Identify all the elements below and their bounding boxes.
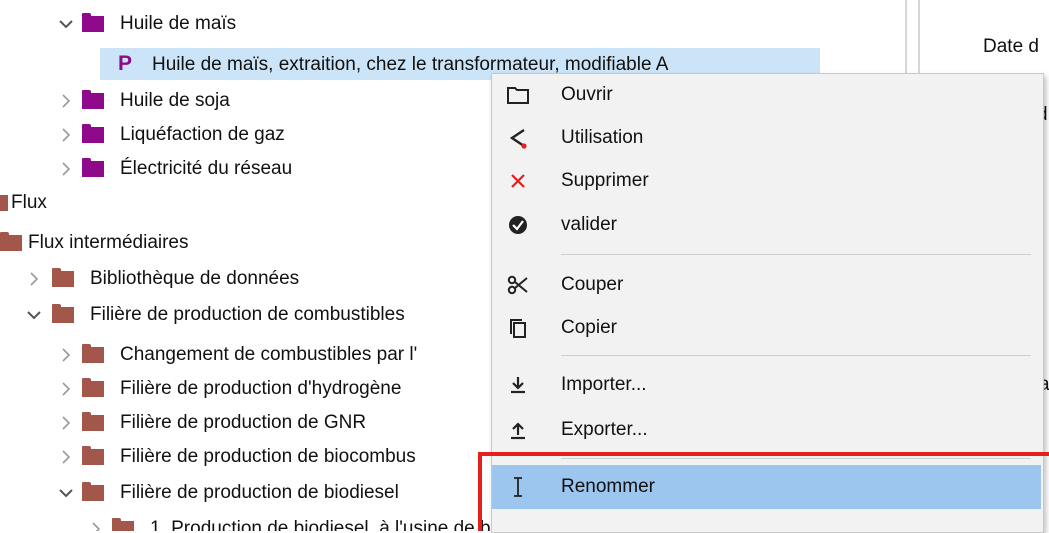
- chevron-down-icon[interactable]: [24, 298, 44, 332]
- chevron-right-icon[interactable]: [86, 512, 106, 531]
- menu-item-label: valider: [561, 214, 617, 235]
- tree-item-label: Huile de maïs: [120, 13, 237, 34]
- menu-item-label: Exporter...: [561, 419, 648, 440]
- chevron-down-icon[interactable]: [56, 7, 76, 41]
- chevron-right-icon[interactable]: [56, 372, 76, 406]
- chevron-right-icon[interactable]: [56, 338, 76, 372]
- folder-icon: [112, 518, 134, 531]
- tree-item-label: Électricité du réseau: [120, 158, 293, 179]
- menu-item-exporter[interactable]: Exporter...: [492, 409, 1041, 451]
- share-icon: [506, 126, 530, 150]
- folder-icon: [82, 482, 104, 501]
- folder-icon: [82, 344, 104, 363]
- menu-item-supprimer[interactable]: Supprimer: [492, 160, 1041, 202]
- tree-item-huile-de-mais[interactable]: Huile de maïs: [0, 7, 905, 41]
- menu-item-label: Couper: [561, 274, 624, 295]
- tree-item-label: Huile de soja: [120, 90, 230, 111]
- menu-separator: [561, 254, 1031, 255]
- tree-item-label: Filière de production de combustibles: [90, 304, 405, 325]
- folder-icon: [82, 412, 104, 431]
- menu-item-importer[interactable]: Importer...: [492, 364, 1041, 406]
- folder-icon: [82, 90, 104, 109]
- folder-icon: [82, 158, 104, 177]
- copy-icon: [506, 316, 530, 340]
- tree-item-label: Flux intermédiaires: [28, 232, 189, 253]
- menu-item-label: Supprimer: [561, 170, 649, 191]
- chevron-right-icon[interactable]: [56, 84, 76, 118]
- menu-item-couper[interactable]: Couper: [492, 264, 1041, 306]
- chevron-right-icon[interactable]: [56, 152, 76, 186]
- tree-item-label: Filière de production de GNR: [120, 412, 367, 433]
- folder-icon: [82, 446, 104, 465]
- import-icon: [506, 373, 530, 397]
- menu-item-label: Utilisation: [561, 127, 644, 148]
- chevron-right-icon[interactable]: [56, 406, 76, 440]
- tree-item-label: Filière de production de biocombus: [120, 446, 416, 467]
- folder-icon: [52, 304, 74, 323]
- menu-item-copier[interactable]: Copier: [492, 307, 1041, 349]
- export-icon: [506, 418, 530, 442]
- menu-item-utilisation[interactable]: Utilisation: [492, 117, 1041, 159]
- tree-item-label: Filière de production d'hydrogène: [120, 378, 402, 399]
- menu-item-label: Importer...: [561, 374, 647, 395]
- menu-item-label: Copier: [561, 317, 617, 338]
- menu-item-ouvrir[interactable]: Ouvrir: [492, 74, 1041, 116]
- check-circle-icon: [506, 213, 530, 237]
- chevron-down-icon[interactable]: [56, 476, 76, 510]
- date-label: Date d: [983, 36, 1039, 57]
- tree-item-label: Filière de production de biodiesel: [120, 482, 399, 503]
- folder-icon: [52, 268, 74, 287]
- folder-icon: [0, 232, 22, 251]
- folder-icon: [82, 13, 104, 32]
- menu-item-label: Ouvrir: [561, 84, 613, 105]
- folder-open-icon: [506, 83, 530, 107]
- menu-item-valider[interactable]: valider: [492, 204, 1041, 246]
- tree-item-label: Flux: [11, 192, 47, 213]
- chevron-right-icon[interactable]: [56, 440, 76, 474]
- menu-separator: [561, 355, 1031, 356]
- scissors-icon: [506, 273, 530, 297]
- tree-item-label: Changement de combustibles par l': [120, 344, 418, 365]
- folder-icon: [0, 195, 8, 211]
- folder-icon: [82, 378, 104, 397]
- folder-icon: [82, 124, 104, 143]
- close-icon: [506, 169, 530, 193]
- tree-item-label: Bibliothèque de données: [90, 268, 300, 289]
- chevron-right-icon[interactable]: [56, 118, 76, 152]
- annotation-highlight-box: [478, 452, 1049, 531]
- process-icon: P: [118, 52, 133, 75]
- chevron-right-icon[interactable]: [24, 262, 44, 296]
- tree-item-label: Liquéfaction de gaz: [120, 124, 285, 145]
